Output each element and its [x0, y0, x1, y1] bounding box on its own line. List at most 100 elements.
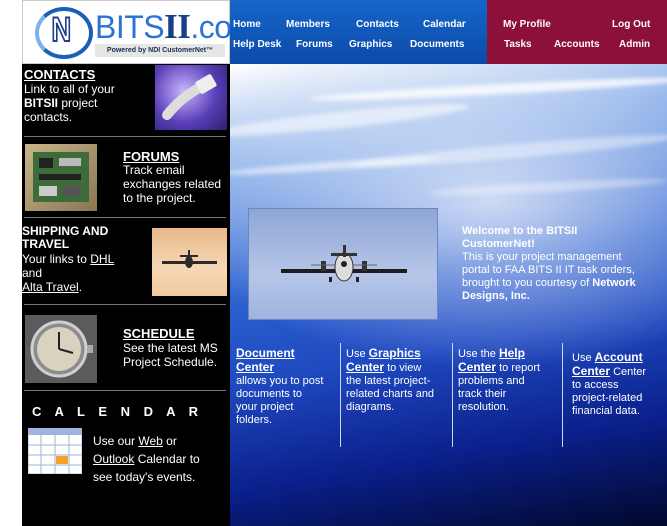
schedule-text-line1: See the latest MS — [123, 341, 218, 355]
help-center-text-line2: problems and — [458, 375, 525, 387]
help-center-link-line2: Center — [458, 360, 497, 374]
schedule-description: See the latest MS Project Schedule. — [123, 341, 229, 369]
nav-graphics[interactable]: Graphics — [349, 39, 392, 50]
document-center-text-line2: documents to — [236, 388, 303, 400]
nav-admin[interactable]: Admin — [619, 39, 650, 50]
alta-travel-link[interactable]: Alta Travel — [22, 280, 79, 294]
contacts-text-line2: project — [58, 96, 98, 110]
airplane-icon — [162, 250, 217, 268]
account-center-prefix: Use — [572, 352, 595, 364]
nav-help-desk[interactable]: Help Desk — [233, 39, 281, 50]
graphics-center-text-line2: the latest project- — [346, 375, 431, 387]
page: N BITSII.com Powered by NDI CustomerNet™… — [22, 0, 667, 526]
column-separator — [562, 343, 563, 447]
schedule-image[interactable] — [25, 315, 97, 383]
forums-text-line1: Track email — [123, 163, 185, 177]
nav-my-profile[interactable]: My Profile — [503, 19, 551, 30]
account-center-text-line2: to access — [572, 379, 619, 391]
contacts-image[interactable] — [155, 65, 227, 130]
main-nav: Home Members Contacts Calendar Help Desk… — [230, 0, 496, 64]
feature-columns: Document Center allows you to post docume… — [230, 343, 667, 449]
welcome-body-line1: This is your project management — [462, 251, 622, 263]
divider — [24, 136, 226, 137]
help-center-text-line3: track their — [458, 388, 507, 400]
travel-image[interactable] — [152, 228, 227, 296]
forums-link[interactable]: FORUMS — [123, 149, 179, 164]
forums-image[interactable] — [25, 144, 97, 211]
graphics-center-prefix: Use — [346, 348, 369, 360]
document-center-text-line1: allows you to post — [236, 375, 324, 387]
turboprop-plane-icon — [281, 245, 407, 282]
outlook-calendar-link[interactable]: Outlook — [93, 452, 134, 466]
calendar-icon[interactable] — [28, 428, 82, 474]
divider — [24, 390, 226, 391]
forums-text-line3: to the project. — [123, 191, 196, 205]
welcome-body-line3: brought to you courtesy of — [462, 277, 593, 289]
nav-tasks[interactable]: Tasks — [504, 39, 532, 50]
light-streak — [309, 74, 667, 104]
company-name-line2: Designs, Inc. — [462, 290, 530, 302]
document-center-text-line3: your project — [236, 401, 294, 413]
help-center-column: Use the Help Center to report problems an… — [452, 343, 562, 449]
column-separator — [340, 343, 341, 447]
logo-tagline: Powered by NDI CustomerNet™ — [95, 44, 225, 57]
divider — [24, 217, 226, 218]
document-center-link-line2: Center — [236, 360, 275, 374]
airplane-photo — [248, 208, 438, 320]
schedule-link[interactable]: SCHEDULE — [123, 326, 195, 341]
document-center-column: Document Center allows you to post docume… — [230, 343, 340, 449]
divider — [24, 304, 226, 305]
nav-documents[interactable]: Documents — [410, 39, 464, 50]
account-center-text-line4: financial data. — [572, 405, 640, 417]
company-name-line1: Network — [592, 277, 636, 289]
help-center-prefix: Use the — [458, 348, 499, 360]
document-center-text-line4: folders. — [236, 414, 273, 426]
account-center-text-line1: Center — [610, 366, 647, 378]
shipping-period: . — [78, 280, 83, 294]
help-center-text-line1: to report — [496, 362, 541, 374]
nav-forums[interactable]: Forums — [296, 39, 333, 50]
shipping-and: and — [22, 266, 43, 280]
shipping-text: Your links to — [22, 252, 91, 266]
nav-contacts[interactable]: Contacts — [356, 19, 399, 30]
calendar-text-line3: see today's events. — [93, 470, 196, 484]
nav-log-out[interactable]: Log Out — [612, 19, 650, 30]
document-center-link-line1: Document — [236, 346, 295, 360]
forums-description: Track email exchanges related to the pro… — [123, 163, 229, 205]
light-streak — [350, 129, 667, 173]
contacts-text-line1: Link to all of your — [24, 82, 115, 96]
logo-n-icon: N — [51, 10, 72, 50]
light-streak — [429, 175, 667, 199]
forums-text-line2: exchanges related — [123, 177, 222, 191]
contacts-description: Link to all of your BITSII project conta… — [24, 82, 154, 124]
graphics-center-text-line4: diagrams. — [346, 401, 395, 413]
sidebar: CONTACTS Link to all of your BITSII proj… — [22, 64, 230, 526]
help-center-text-line4: resolution. — [458, 401, 509, 413]
nav-members[interactable]: Members — [286, 19, 330, 30]
logo[interactable]: N BITSII.com Powered by NDI CustomerNet™ — [22, 0, 258, 64]
contacts-link[interactable]: CONTACTS — [24, 67, 95, 82]
nav-home[interactable]: Home — [233, 19, 261, 30]
calendar-text: Use our — [93, 434, 139, 448]
shipping-title-line2: TRAVEL — [22, 237, 70, 251]
welcome-body-line2: portal to FAA BITS II IT task orders, — [462, 264, 635, 276]
graphics-center-link-line1: Graphics — [368, 346, 421, 360]
graphics-center-column: Use Graphics Center to view the latest pr… — [340, 343, 452, 449]
shipping-description: Your links to DHL and Alta Travel. — [22, 252, 152, 294]
dhl-link[interactable]: DHL — [90, 252, 114, 266]
shipping-title-line1: SHIPPING AND — [22, 224, 109, 238]
web-calendar-link[interactable]: Web — [138, 434, 162, 448]
contacts-text-line3: contacts. — [24, 110, 73, 124]
welcome-title-line1: Welcome to the BITSII — [462, 225, 578, 237]
cable-icon — [162, 74, 217, 120]
nav-calendar[interactable]: Calendar — [423, 19, 466, 30]
user-nav: My Profile Log Out Tasks Accounts Admin — [487, 0, 667, 64]
account-center-link-line2: Center — [572, 364, 611, 378]
shipping-title: SHIPPING AND TRAVEL — [22, 225, 152, 251]
welcome-message: Welcome to the BITSII CustomerNet! This … — [462, 225, 667, 303]
nav-accounts[interactable]: Accounts — [554, 39, 600, 50]
document-center-link[interactable]: Document Center — [236, 346, 295, 374]
calendar-description: Use our Web or Outlook Calendar to see t… — [93, 432, 230, 486]
watch-icon — [30, 320, 93, 378]
account-center-link-line1: Account — [594, 350, 643, 364]
